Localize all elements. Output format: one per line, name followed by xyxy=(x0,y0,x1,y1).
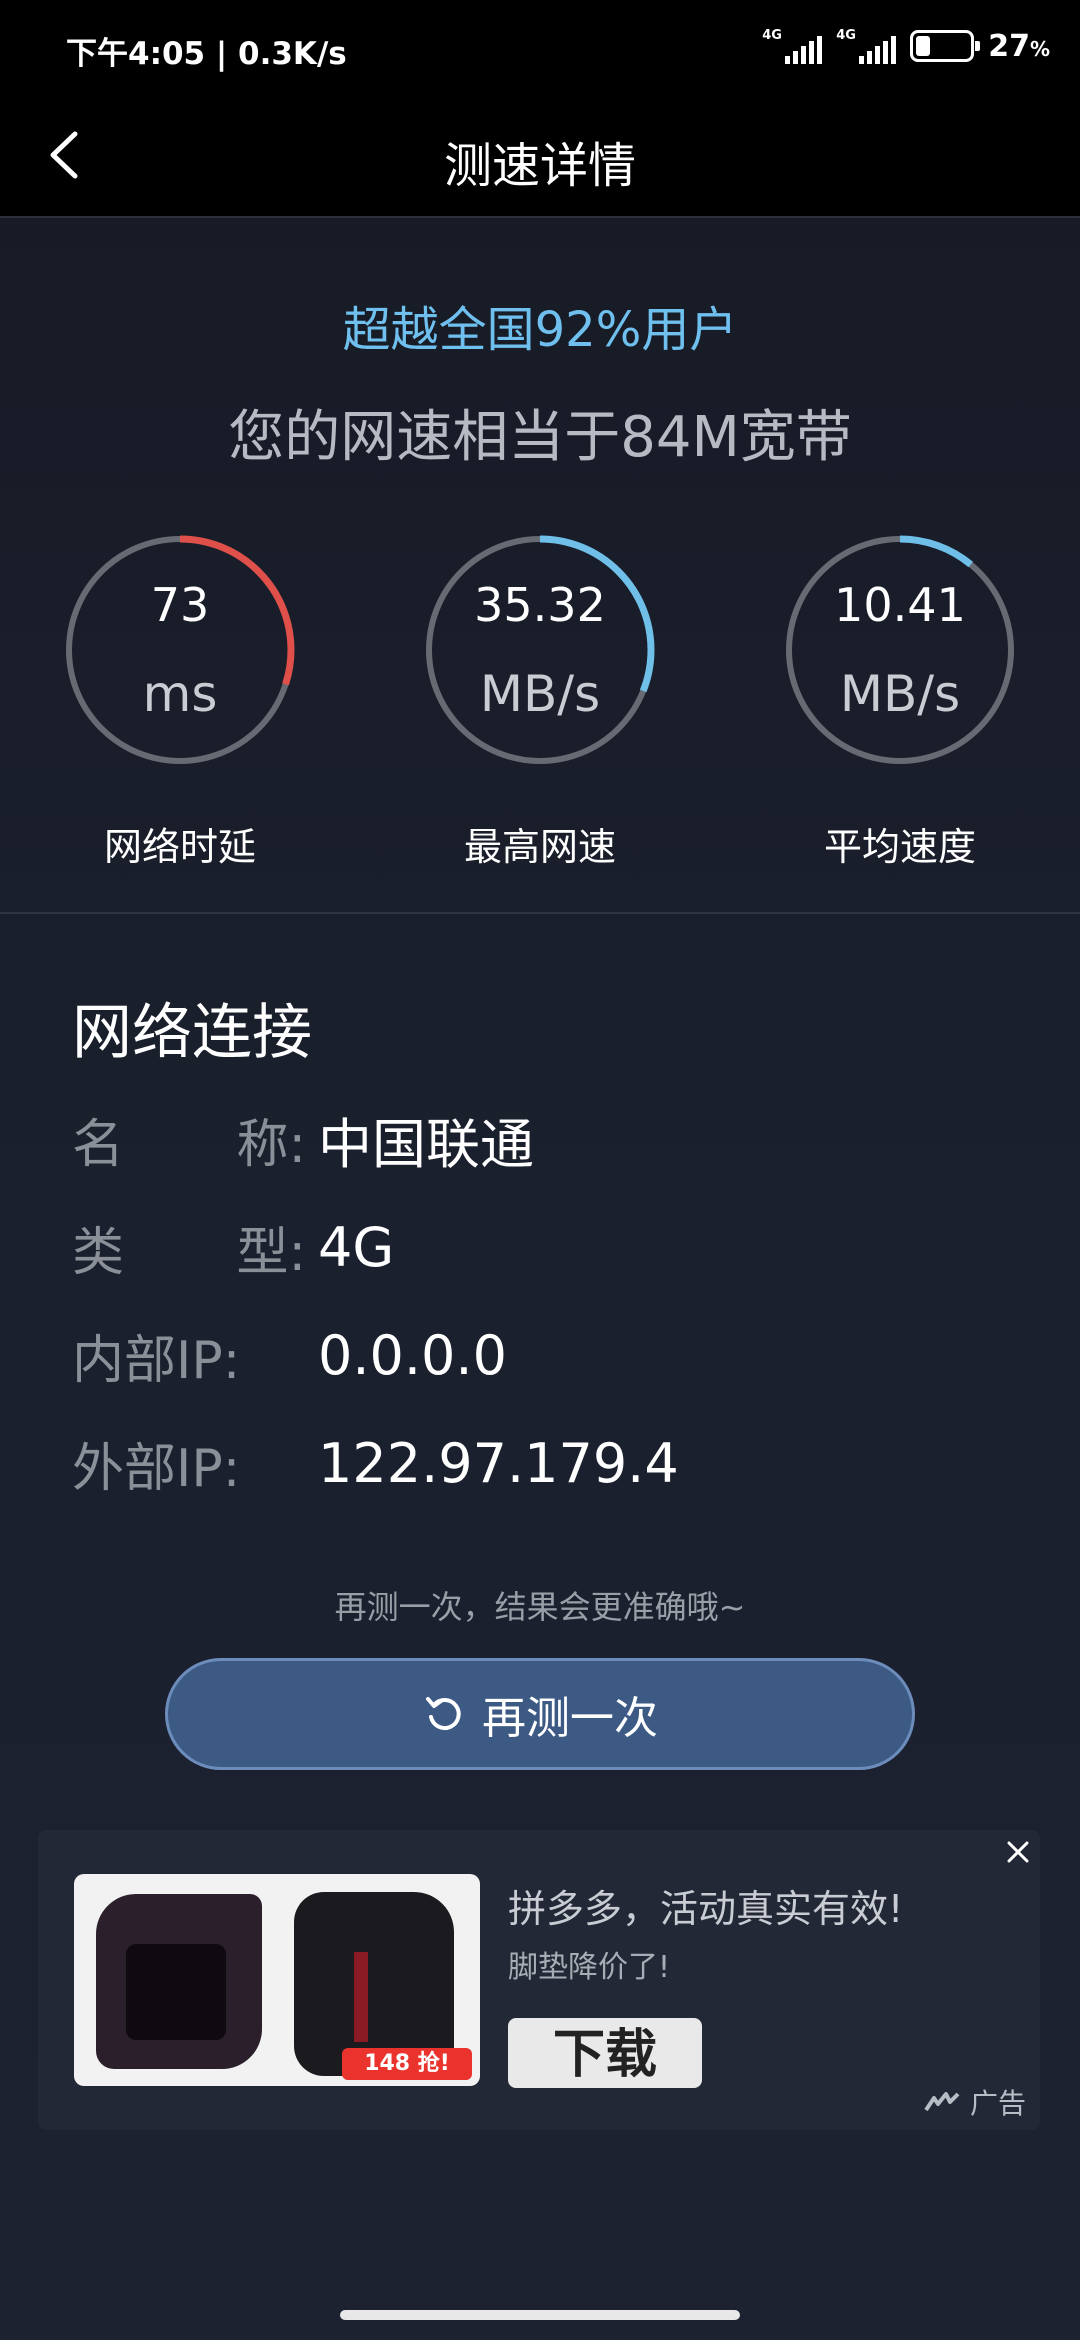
info-key: 外部IP: xyxy=(72,1438,241,1499)
info-key: 类型: xyxy=(72,1222,306,1283)
status-bar: 下午4:05 | 0.3K/s 4G 4G 27% xyxy=(0,0,1080,96)
retest-button-label: 再测一次 xyxy=(482,1693,658,1744)
close-icon xyxy=(1007,1841,1029,1863)
avg-speed-unit: MB/s xyxy=(839,665,961,723)
max-speed-ring xyxy=(425,535,655,765)
retest-button[interactable]: 再测一次 xyxy=(165,1658,915,1770)
ad-subtitle: 脚垫降价了! xyxy=(508,1950,671,1985)
ad-price-badge: 148 抢! xyxy=(342,2048,472,2080)
gauge-max-speed: 35.32 MB/s 最高网速 xyxy=(420,530,660,871)
info-row-external-ip: 外部IP: 122.97.179.4 xyxy=(72,1428,679,1499)
ad-close-button[interactable] xyxy=(996,1830,1040,1874)
ad-title: 拼多多，活动真实有效! xyxy=(508,1887,904,1931)
car-mat-illustration xyxy=(96,1894,262,2069)
ad-banner[interactable]: 148 抢! 拼多多，活动真实有效! 脚垫降价了! 下载 广告 xyxy=(38,1830,1040,2130)
info-row-name: 名称: 中国联通 xyxy=(72,1104,534,1176)
latency-unit: ms xyxy=(142,665,218,723)
ad-network-logo-icon xyxy=(924,2092,960,2112)
avg-speed-value: 10.41 xyxy=(834,578,966,632)
external-ip-value: 122.97.179.4 xyxy=(318,1431,679,1495)
home-indicator[interactable] xyxy=(340,2310,740,2320)
section-divider xyxy=(0,912,1080,914)
latency-value: 73 xyxy=(150,578,210,632)
signal-icon: 4G xyxy=(836,26,897,66)
status-icons: 4G 4G 27% xyxy=(762,26,1050,66)
refresh-icon xyxy=(426,1697,461,1731)
rank-text: 超越全国92%用户 xyxy=(342,302,738,358)
gauge-avg-speed: 10.41 MB/s 平均速度 xyxy=(780,530,1020,871)
status-time-speed: 下午4:05 | 0.3K/s xyxy=(66,36,347,72)
latency-label: 网络时延 xyxy=(103,825,256,869)
info-row-type: 类型: 4G xyxy=(72,1212,395,1283)
ad-product-image[interactable]: 148 抢! xyxy=(74,1874,480,2086)
speed-gauges: 73 ms 网络时延 35.32 MB/s 最高网速 10.41 MB/s 平均… xyxy=(0,530,1080,890)
equivalent-bandwidth-text: 您的网速相当于84M宽带 xyxy=(228,405,852,470)
ad-label: 广告 xyxy=(924,2082,1026,2122)
signal-type-1: 4G xyxy=(762,28,782,43)
network-type-value: 4G xyxy=(318,1215,395,1279)
info-row-internal-ip: 内部IP: 0.0.0.0 xyxy=(72,1320,507,1391)
latency-ring xyxy=(65,535,295,765)
ad-download-button[interactable]: 下载 xyxy=(508,2018,702,2088)
max-speed-label: 最高网速 xyxy=(463,825,616,869)
retest-hint: 再测一次，结果会更准确哦~ xyxy=(334,1588,746,1626)
battery-percent: 27% xyxy=(988,28,1050,64)
carrier-name-value: 中国联通 xyxy=(318,1112,534,1176)
signal-type-2: 4G xyxy=(836,28,856,43)
battery-icon xyxy=(910,30,981,62)
page-title: 测速详情 xyxy=(443,138,636,194)
gauge-latency: 73 ms 网络时延 xyxy=(60,530,300,871)
title-bar: 测速详情 xyxy=(0,96,1080,218)
max-speed-unit: MB/s xyxy=(479,665,601,723)
info-key: 内部IP: xyxy=(72,1330,241,1391)
max-speed-value: 35.32 xyxy=(474,578,606,632)
network-section-title: 网络连接 xyxy=(72,998,312,1068)
avg-speed-label: 平均速度 xyxy=(823,825,976,869)
internal-ip-value: 0.0.0.0 xyxy=(318,1323,507,1387)
battery-fill xyxy=(916,36,931,56)
avg-speed-ring xyxy=(785,535,1015,765)
info-key: 名称: xyxy=(72,1114,306,1175)
signal-icon: 4G xyxy=(762,26,823,66)
